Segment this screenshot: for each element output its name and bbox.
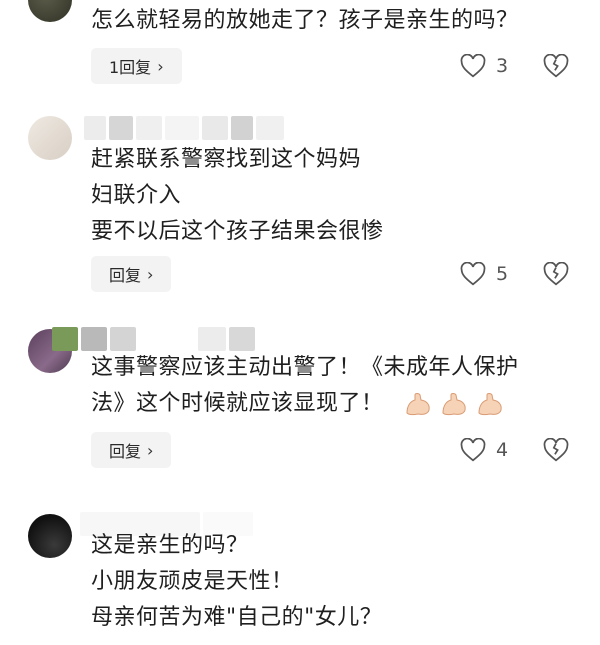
broken-heart-icon — [543, 53, 569, 78]
chevron-right-icon: › — [147, 264, 154, 284]
avatar[interactable] — [28, 514, 72, 558]
comment-text: 怎么就轻易的放她走了？孩子是亲生的吗？ — [91, 3, 580, 39]
username-blurred — [52, 327, 255, 351]
comment-line: 小朋友顽皮是天性！ — [91, 569, 294, 594]
comment-3: 这事警察应该主动出警了！《未成年人保护 法》这个时候就应该显现了！ 回复 › 4 — [0, 323, 600, 483]
heart-outline-icon — [460, 54, 486, 78]
comment-line: 妇联介入 — [91, 183, 182, 208]
comment-line: 这是亲生的吗？ — [91, 533, 249, 558]
flexed-biceps-icon — [406, 393, 430, 416]
dislike-button[interactable] — [543, 261, 569, 290]
comment-line: 怎么就轻易的放她走了？孩子是亲生的吗？ — [91, 8, 519, 33]
like-button[interactable]: 4 — [460, 438, 508, 462]
comment-1: 怎么就轻易的放她走了？孩子是亲生的吗？ 1回复 › 3 — [0, 0, 600, 100]
avatar[interactable] — [28, 0, 72, 22]
username-blurred — [84, 116, 284, 140]
comment-line: 这事警察应该主动出警了！《未成年人保护 — [91, 355, 519, 380]
like-button[interactable]: 3 — [460, 54, 508, 78]
reply-button[interactable]: 回复 › — [91, 256, 172, 292]
like-count: 4 — [496, 439, 509, 461]
comment-line: 赶紧联系警察找到这个妈妈 — [91, 147, 362, 172]
broken-heart-icon — [543, 261, 569, 286]
dislike-button[interactable] — [543, 53, 569, 82]
flexed-biceps-icon — [478, 393, 502, 416]
flexed-biceps-icon — [442, 393, 466, 416]
like-button[interactable]: 5 — [460, 262, 508, 286]
heart-outline-icon — [460, 438, 486, 462]
broken-heart-icon — [543, 437, 569, 462]
avatar[interactable] — [28, 116, 72, 160]
comment-text: 赶紧联系警察找到这个妈妈 妇联介入 要不以后这个孩子结果会很惨 — [91, 142, 580, 250]
comment-text: 这事警察应该主动出警了！《未成年人保护 法》这个时候就应该显现了！ — [91, 350, 580, 422]
reply-button[interactable]: 回复 › — [91, 432, 172, 468]
comment-2: 赶紧联系警察找到这个妈妈 妇联介入 要不以后这个孩子结果会很惨 回复 › 5 — [0, 112, 600, 302]
heart-outline-icon — [460, 262, 486, 286]
reply-label: 回复 — [109, 266, 142, 285]
like-count: 5 — [496, 263, 509, 285]
emoji-group — [403, 391, 505, 417]
comment-line: 要不以后这个孩子结果会很惨 — [91, 219, 384, 244]
comment-text: 这是亲生的吗？ 小朋友顽皮是天性！ 母亲何苦为难"自己的"女儿？ — [91, 528, 580, 636]
comment-4: 这是亲生的吗？ 小朋友顽皮是天性！ 母亲何苦为难"自己的"女儿？ — [0, 508, 600, 645]
reply-button[interactable]: 1回复 › — [91, 48, 182, 84]
comment-line-with-emoji: 法》这个时候就应该显现了！ — [91, 386, 580, 422]
reply-label: 1回复 — [109, 58, 152, 77]
dislike-button[interactable] — [543, 437, 569, 466]
like-count: 3 — [496, 55, 509, 77]
comment-line: 母亲何苦为难"自己的"女儿？ — [91, 605, 383, 630]
comment-line: 法》这个时候就应该显现了！ — [91, 391, 384, 416]
chevron-right-icon: › — [157, 56, 164, 76]
reply-label: 回复 — [109, 442, 142, 461]
chevron-right-icon: › — [147, 440, 154, 460]
